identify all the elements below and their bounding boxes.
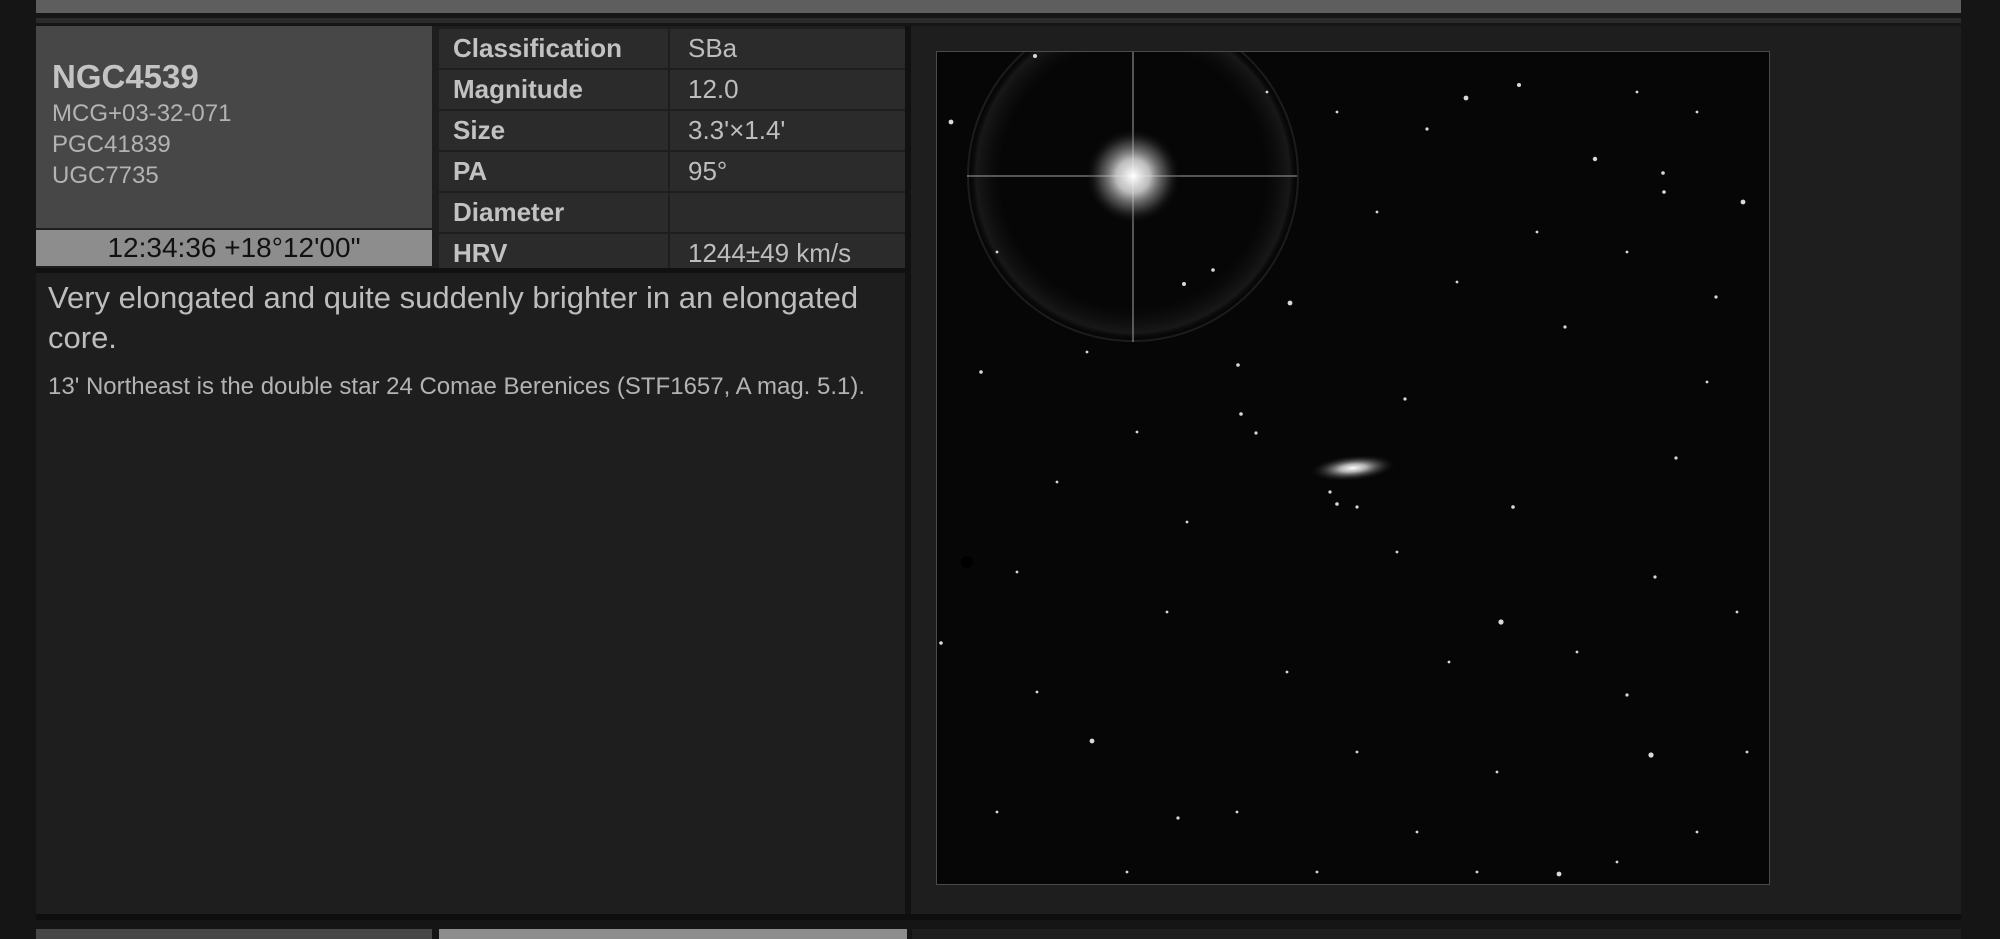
attribute-row-diameter: Diameter (439, 193, 907, 232)
object-alias: PGC41839 (52, 131, 171, 158)
bright-star (1085, 128, 1181, 224)
attribute-value: 3.3'×1.4' (670, 111, 907, 150)
object-coordinates: 12:34:36 +18°12'00" (36, 230, 432, 266)
attribute-label: PA (439, 152, 668, 191)
object-alias: MCG+03-32-071 (52, 100, 232, 127)
attribute-value: 95° (670, 152, 907, 191)
entry-divider-top (36, 18, 1961, 23)
attribute-label: Magnitude (439, 70, 668, 109)
attribute-row-size: Size 3.3'×1.4' (439, 111, 907, 150)
attribute-value (670, 193, 907, 232)
dust-speck (961, 556, 973, 568)
attribute-row-classification: Classification SBa (439, 29, 907, 68)
attribute-row-magnitude: Magnitude 12.0 (439, 70, 907, 109)
next-entry-identity (36, 929, 432, 939)
column-divider (905, 26, 911, 914)
attribute-label: Size (439, 111, 668, 150)
description-lead: Very elongated and quite suddenly bright… (48, 280, 859, 355)
attribute-value: SBa (670, 29, 907, 68)
sky-survey-image (936, 51, 1770, 885)
next-entry-header (439, 929, 907, 939)
description-divider (36, 268, 908, 273)
entry-divider-bottom (36, 914, 1961, 920)
attributes-table: Classification SBa Magnitude 12.0 Size 3… (439, 29, 907, 273)
attribute-label: Classification (439, 29, 668, 68)
object-identity-panel: NGC4539 MCG+03-32-071 PGC41839 UGC7735 (36, 26, 432, 228)
next-entry-card (912, 929, 1961, 939)
attribute-row-pa: PA 95° (439, 152, 907, 191)
star-field (937, 52, 1769, 884)
attribute-label: Diameter (439, 193, 668, 232)
attribute-value: 12.0 (670, 70, 907, 109)
description-panel: Very elongated and quite suddenly bright… (48, 278, 888, 402)
object-name: NGC4539 (52, 58, 199, 95)
description-note: 13' Northeast is the double star 24 Coma… (48, 373, 866, 400)
previous-entry-strip (36, 0, 1961, 13)
object-alias: UGC7735 (52, 162, 159, 189)
